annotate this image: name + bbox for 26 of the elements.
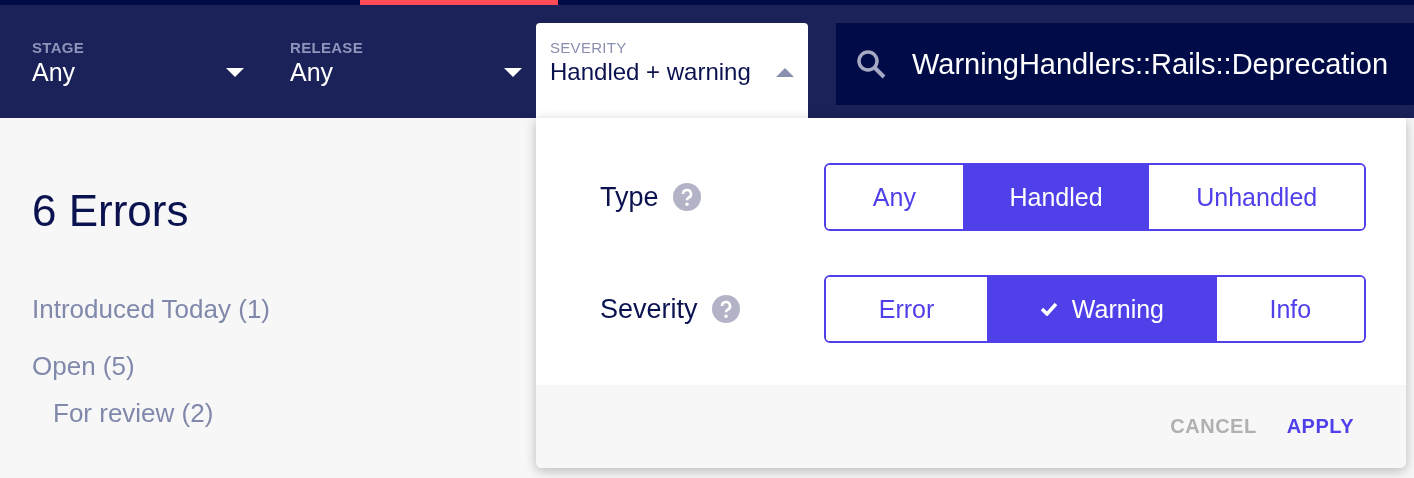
filter-value: Any	[32, 58, 76, 87]
help-icon[interactable]	[672, 183, 701, 211]
sidebar-item[interactable]: Open (5)	[32, 351, 135, 382]
filter-value: Any	[290, 58, 334, 87]
search-icon	[856, 49, 886, 79]
apply-button[interactable]: APPLY	[1286, 415, 1354, 438]
segment-option[interactable]: Handled	[962, 165, 1150, 229]
help-icon[interactable]	[711, 295, 740, 323]
segment-option[interactable]: Warning	[987, 277, 1217, 341]
filter-dropdown[interactable]: STAGE Any	[0, 23, 258, 118]
caret-down-icon	[504, 68, 522, 77]
filter-label: SEVERITY	[550, 39, 628, 56]
search-field[interactable]: WarningHandlers::Rails::Deprecation	[836, 23, 1414, 105]
sidebar-item[interactable]: For review (2)	[53, 398, 214, 429]
filter-label: STAGE	[32, 39, 86, 56]
caret-down-icon	[226, 68, 244, 77]
sidebar-item[interactable]: Introduced Today (1)	[32, 294, 270, 325]
caret-up-icon	[776, 67, 794, 77]
filter-label: RELEASE	[290, 39, 364, 56]
search-value: WarningHandlers::Rails::Deprecation	[912, 47, 1389, 81]
filter-value: Handled + warning	[550, 58, 751, 86]
filter-dropdown[interactable]: RELEASE Any	[258, 23, 536, 118]
filter-group-label: Severity	[600, 293, 698, 325]
filter-group-label: Type	[600, 181, 659, 213]
filter-dropdown[interactable]: SEVERITY Handled + warning	[536, 23, 808, 118]
page-title: 6 Errors	[32, 186, 189, 236]
